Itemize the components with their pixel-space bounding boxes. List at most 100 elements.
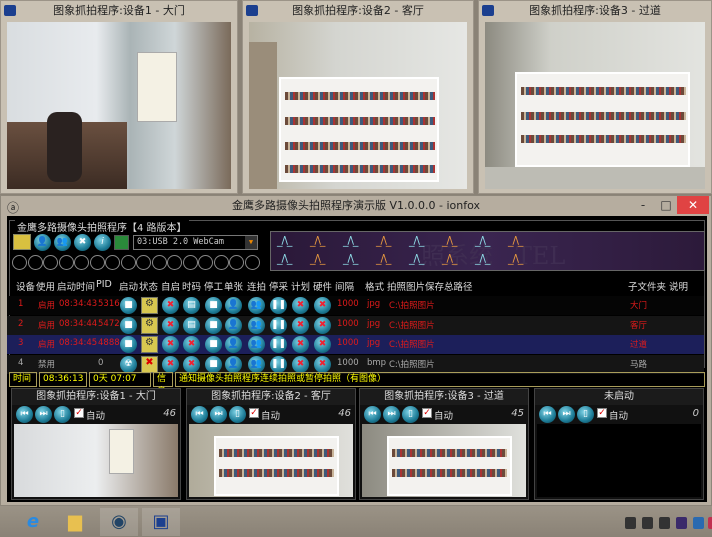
column-header[interactable]: 停采	[269, 279, 288, 293]
burst-icon[interactable]: 👥	[248, 355, 265, 373]
camera-window-3[interactable]: 图象抓拍程序:设备3 - 过道	[478, 0, 712, 194]
column-header[interactable]: 说明	[669, 279, 688, 293]
autostart-icon[interactable]: ✖	[162, 336, 179, 353]
schedule-icon[interactable]: ✖	[292, 336, 309, 353]
table-row[interactable]: 1 启用 08:34:43 5316 1000 jpg C:\拍照图片 大门 ■ ⚙ ✖ ▤ ■ 👤 👥 ❚❚…	[7, 296, 704, 315]
media-app-icon[interactable]: ◉	[100, 508, 138, 536]
column-header[interactable]: 单张	[224, 279, 243, 293]
column-header[interactable]: 计划	[291, 279, 310, 293]
next-icon[interactable]: ⏭	[35, 406, 52, 423]
stop-icon[interactable]: ■	[205, 297, 222, 314]
auto-label: 自动	[609, 411, 629, 422]
column-header[interactable]: 子文件夹	[628, 279, 666, 293]
column-header[interactable]: 启动	[119, 279, 138, 293]
previous-icon[interactable]: ⏮	[364, 406, 381, 423]
info-icon[interactable]: i	[94, 234, 111, 251]
previous-icon[interactable]: ⏮	[16, 406, 33, 423]
single-shot-icon[interactable]: 👤	[225, 297, 242, 314]
autostart-icon[interactable]: ✖	[162, 316, 179, 334]
previous-icon[interactable]: ⏮	[539, 406, 556, 423]
hardware-icon[interactable]: ✖	[314, 336, 331, 353]
auto-checkbox[interactable]: ✓	[597, 408, 607, 418]
timecode-icon[interactable]: ✖	[183, 336, 200, 353]
table-row[interactable]: 4 禁用 0 1000 bmp C:\拍照图片 马路 ☢ ✖ ✖ ✖ ■ 👤 👥 ❚❚ ✖ ✖	[7, 354, 704, 374]
camera-app-icon[interactable]: ▣	[142, 508, 180, 536]
maximize-button[interactable]: □	[653, 196, 679, 214]
column-header[interactable]: 设备	[16, 279, 35, 293]
auto-checkbox[interactable]: ✓	[249, 408, 259, 418]
chevron-down-icon[interactable]: ▼	[245, 236, 257, 249]
timecode-icon[interactable]: ▤	[183, 316, 200, 334]
tray-camera-icon[interactable]	[659, 517, 670, 529]
start-icon[interactable]: ■	[120, 297, 137, 314]
file-explorer-icon[interactable]: ▆	[56, 508, 94, 536]
pause-icon[interactable]: ❚❚	[270, 355, 287, 373]
document-icon[interactable]: ▯	[54, 406, 71, 423]
stop-icon[interactable]: ■	[205, 336, 222, 353]
autostart-icon[interactable]: ✖	[162, 355, 179, 373]
single-shot-icon[interactable]: 👤	[225, 336, 242, 353]
auto-checkbox[interactable]: ✓	[422, 408, 432, 418]
user-icon[interactable]: 👤	[34, 234, 51, 251]
next-icon[interactable]: ⏭	[383, 406, 400, 423]
single-shot-icon[interactable]: 👤	[225, 316, 242, 334]
column-header[interactable]: 间隔	[335, 279, 354, 293]
folder-icon[interactable]	[13, 234, 31, 250]
tray-app-icon[interactable]	[693, 517, 704, 529]
camera-window-1[interactable]: 图象抓拍程序:设备1 - 大门	[0, 0, 238, 194]
hardware-icon[interactable]: ✖	[314, 297, 331, 314]
table-row[interactable]: 3 启用 08:34:45 4888 1000 jpg C:\拍照图片 过道 ■ ⚙ ✖ ✖ ■ 👤 👥 ❚❚…	[7, 335, 704, 354]
close-button[interactable]: ✕	[677, 196, 709, 214]
schedule-icon[interactable]: ✖	[292, 355, 309, 373]
column-header[interactable]: 停工	[204, 279, 223, 293]
column-header[interactable]: 硬件	[313, 279, 332, 293]
hardware-icon[interactable]: ✖	[314, 316, 331, 334]
tray-camera-icon[interactable]	[642, 517, 653, 529]
column-header[interactable]: 使用	[36, 279, 55, 293]
camera-select[interactable]: 03:USB 2.0 WebCam ▼	[133, 235, 258, 250]
column-header[interactable]: PID	[96, 279, 112, 290]
document-icon[interactable]: ▯	[229, 406, 246, 423]
column-header[interactable]: 启动时间	[57, 279, 95, 293]
column-header[interactable]: 格式	[365, 279, 384, 293]
pause-icon[interactable]: ❚❚	[270, 297, 287, 314]
document-icon[interactable]: ▯	[577, 406, 594, 423]
schedule-icon[interactable]: ✖	[292, 316, 309, 334]
radiation-icon[interactable]: ☢	[120, 355, 137, 373]
start-icon[interactable]: ■	[120, 336, 137, 353]
title-bar: ⓐ 金鹰多路摄像头拍照程序演示版 V1.0.0.0 - ionfox - □ ✕	[1, 196, 711, 216]
burst-icon[interactable]: 👥	[248, 336, 265, 353]
timecode-icon[interactable]: ▤	[183, 297, 200, 314]
tray-app-icon[interactable]	[676, 517, 687, 529]
pause-icon[interactable]: ❚❚	[270, 316, 287, 334]
burst-icon[interactable]: 👥	[248, 297, 265, 314]
column-header[interactable]: 时码	[182, 279, 201, 293]
column-header[interactable]: 自启	[161, 279, 180, 293]
single-shot-icon[interactable]: 👤	[225, 355, 242, 373]
autostart-icon[interactable]: ✖	[183, 355, 200, 373]
stop-icon[interactable]: ■	[205, 355, 222, 373]
ie-icon[interactable]: e	[14, 508, 52, 536]
column-header[interactable]: 连拍	[247, 279, 266, 293]
burst-icon[interactable]: 👥	[248, 316, 265, 334]
table-row[interactable]: 2 启用 08:34:44 5472 1000 jpg C:\拍照图片 客厅 ■ ⚙ ✖ ▤ ■ 👤 👥 ❚❚…	[7, 315, 704, 335]
column-header[interactable]: 拍照图片保存总路径	[387, 279, 473, 293]
document-icon[interactable]: ▯	[402, 406, 419, 423]
map-icon[interactable]	[114, 235, 129, 250]
auto-checkbox[interactable]: ✓	[74, 408, 84, 418]
autostart-icon[interactable]: ✖	[162, 297, 179, 314]
column-header[interactable]: 状态	[139, 279, 158, 293]
tools-icon[interactable]: ✖	[74, 234, 91, 251]
tray-app-icon[interactable]	[708, 517, 712, 529]
previous-icon[interactable]: ⏮	[191, 406, 208, 423]
stop-icon[interactable]: ■	[205, 316, 222, 334]
users-icon[interactable]: 👥	[54, 234, 71, 251]
hardware-icon[interactable]: ✖	[314, 355, 331, 373]
start-icon[interactable]: ■	[120, 316, 137, 334]
schedule-icon[interactable]: ✖	[292, 297, 309, 314]
pause-icon[interactable]: ❚❚	[270, 336, 287, 353]
tray-camera-icon[interactable]	[625, 517, 636, 529]
next-icon[interactable]: ⏭	[210, 406, 227, 423]
camera-window-2[interactable]: 图象抓拍程序:设备2 - 客厅	[242, 0, 474, 194]
next-icon[interactable]: ⏭	[558, 406, 575, 423]
